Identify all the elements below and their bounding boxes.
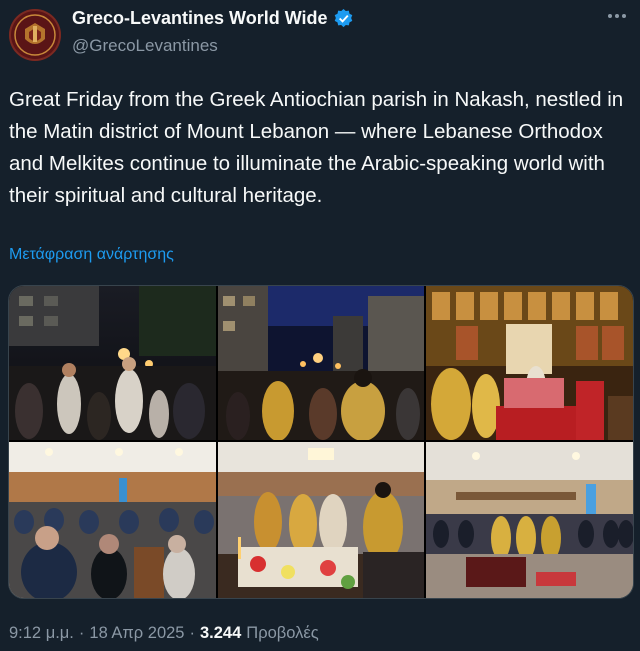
iconostasis-altar-photo[interactable]	[426, 286, 633, 440]
procession-street-clergy-photo[interactable]	[218, 286, 424, 440]
tweet-text: Great Friday from the Greek Antiochian p…	[9, 88, 624, 207]
more-options-icon[interactable]	[608, 14, 626, 18]
church-congregation-photo[interactable]	[9, 442, 216, 598]
tweet-date[interactable]: 18 Απρ 2025	[89, 624, 184, 643]
verified-badge-icon	[334, 8, 352, 28]
tweet-header: Greco-Levantines World Wide @GrecoLevant…	[0, 0, 640, 70]
epitaphios-clergy-photo[interactable]	[218, 442, 424, 598]
views-label: Προβολές	[246, 624, 319, 642]
translate-post-link[interactable]: Μετάφραση ανάρτησης	[9, 246, 174, 264]
crest-icon	[14, 14, 56, 56]
tweet-meta: 9:12 μ.μ. · 18 Απρ 2025 · 3.244 Προβολές	[9, 624, 319, 643]
separator: ·	[78, 624, 85, 642]
tweet-time[interactable]: 9:12 μ.μ.	[9, 624, 74, 643]
views-count: 3.244	[199, 624, 242, 642]
separator: ·	[189, 624, 195, 642]
display-name[interactable]: Greco-Levantines World Wide	[72, 8, 328, 29]
night-procession-crowd-photo[interactable]	[9, 286, 216, 440]
avatar[interactable]	[9, 9, 61, 61]
church-nave-wide-photo[interactable]	[426, 442, 633, 598]
account-handle[interactable]: @GrecoLevantines	[72, 36, 218, 56]
media-grid	[8, 285, 634, 599]
